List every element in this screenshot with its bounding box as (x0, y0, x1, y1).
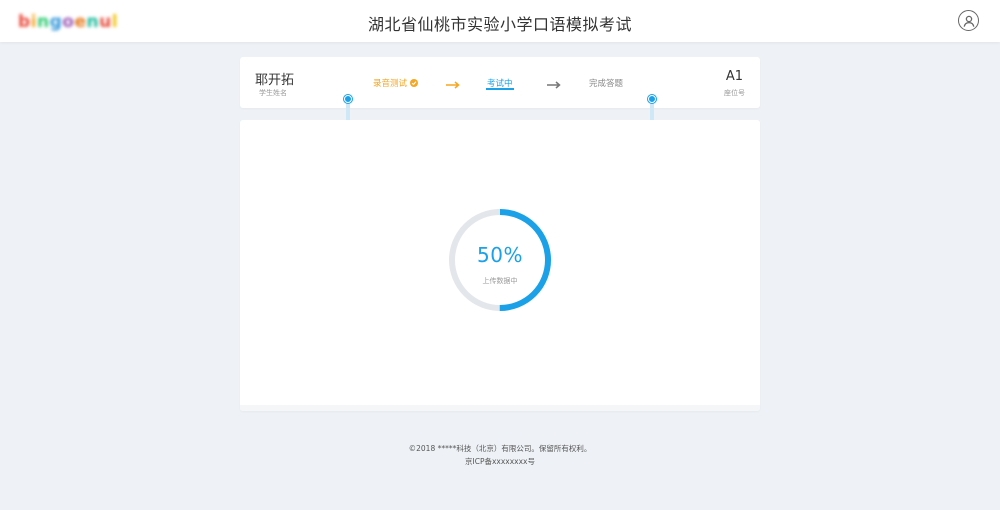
step-finish-answer: 完成答题 (589, 79, 624, 89)
seat-number: A1 (725, 69, 743, 84)
check-circle-icon (410, 79, 419, 87)
panel-bottom-strip (240, 405, 760, 411)
active-step-underline (486, 88, 514, 90)
footer-copyright: ©2018 *****科技（北京）有限公司。保留所有权利。 (408, 444, 592, 453)
student-name: 耶开拓 (255, 73, 295, 88)
step-recording-test-label: 录音测试 (373, 79, 408, 89)
top-bar: bingoenul 湖北省仙桃市实验小学口语模拟考试 (0, 0, 1000, 42)
progress-status-label: 上传数据中 (482, 277, 518, 285)
arrow-right-icon (446, 74, 460, 93)
upload-progress-ring: 50% 上传数据中 (447, 207, 553, 313)
student-name-label: 学生姓名 (259, 89, 287, 97)
exam-info-card: 耶开拓 学生姓名 录音测试 考试中 完成答题 A1 座位号 (240, 57, 760, 108)
connector-dot (344, 95, 352, 103)
upload-progress-panel: 50% 上传数据中 (240, 120, 760, 411)
seat-number-label: 座位号 (724, 89, 745, 97)
arrow-right-icon (547, 74, 561, 93)
page-title: 湖北省仙桃市实验小学口语模拟考试 (367, 15, 632, 34)
progress-percent: 50% (477, 243, 523, 267)
footer-icp[interactable]: 京ICP备xxxxxxxx号 (0, 456, 1000, 467)
connector-dot (648, 95, 656, 103)
step-recording-test: 录音测试 (373, 77, 419, 89)
user-icon[interactable] (958, 10, 979, 31)
